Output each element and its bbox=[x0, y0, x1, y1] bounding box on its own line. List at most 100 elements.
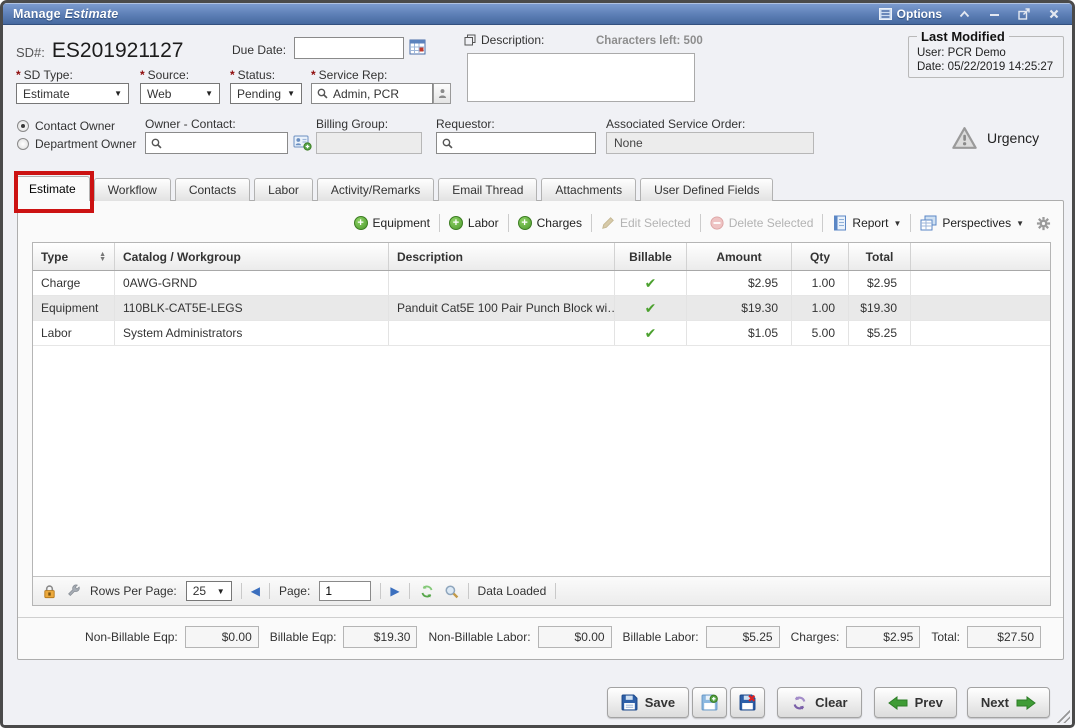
next-page-icon[interactable]: ▶ bbox=[390, 584, 399, 598]
search-icon bbox=[317, 88, 328, 99]
tab-email-thread[interactable]: Email Thread bbox=[438, 178, 537, 201]
delete-selected-button[interactable]: Delete Selected bbox=[710, 216, 814, 230]
page-number-input[interactable] bbox=[319, 581, 371, 601]
minimize-icon[interactable] bbox=[986, 7, 1002, 21]
owner-contact-input[interactable] bbox=[145, 132, 288, 154]
description-label: Description: bbox=[481, 33, 544, 47]
sd-type-select[interactable]: Estimate▼ bbox=[16, 83, 129, 104]
options-button[interactable]: Options bbox=[879, 7, 942, 21]
perspectives-icon bbox=[920, 215, 937, 231]
rows-per-page-select[interactable]: 25▼ bbox=[186, 581, 232, 601]
save-and-new-button[interactable] bbox=[692, 687, 727, 718]
add-equipment-button[interactable]: +Equipment bbox=[354, 216, 430, 230]
column-header-qty[interactable]: Qty bbox=[792, 243, 849, 270]
chevron-down-icon: ▼ bbox=[205, 89, 213, 98]
clear-button[interactable]: Clear bbox=[777, 687, 862, 718]
pencil-icon bbox=[601, 216, 615, 230]
plus-icon: + bbox=[354, 216, 368, 230]
urgency-label: Urgency bbox=[987, 130, 1039, 146]
add-charges-button[interactable]: +Charges bbox=[518, 216, 582, 230]
wrench-icon[interactable] bbox=[66, 584, 81, 599]
column-header-filler bbox=[911, 243, 1050, 270]
radio-selected-icon bbox=[17, 120, 29, 132]
requestor-label: Requestor: bbox=[436, 117, 495, 131]
column-header-billable[interactable]: Billable bbox=[615, 243, 687, 270]
minus-circle-icon bbox=[710, 216, 724, 230]
column-header-catalog[interactable]: Catalog / Workgroup bbox=[115, 243, 389, 270]
total-value-box: $0.00 bbox=[185, 626, 259, 648]
description-label-group: Description: bbox=[464, 33, 544, 47]
requestor-input[interactable] bbox=[436, 132, 596, 154]
save-and-close-button[interactable] bbox=[730, 687, 765, 718]
search-icon bbox=[442, 138, 453, 149]
report-button[interactable]: Report▼ bbox=[832, 215, 901, 231]
tab-bar: Estimate Workflow Contacts Labor Activit… bbox=[15, 177, 773, 201]
required-icon: * bbox=[140, 68, 145, 82]
urgency-warning-icon bbox=[951, 126, 978, 150]
column-header-amount[interactable]: Amount bbox=[687, 243, 792, 270]
billing-group-label: Billing Group: bbox=[316, 117, 388, 131]
resize-grip[interactable] bbox=[1055, 708, 1070, 723]
service-rep-input[interactable]: Admin, PCR bbox=[311, 83, 433, 104]
totals-bar: Non-Billable Eqp:$0.00 Billable Eqp:$19.… bbox=[18, 617, 1063, 655]
total-billable-labor: Billable Labor:$5.25 bbox=[623, 626, 780, 648]
search-grid-icon[interactable] bbox=[444, 584, 459, 599]
save-button[interactable]: Save bbox=[607, 687, 689, 718]
close-icon[interactable] bbox=[1046, 7, 1062, 21]
status-select[interactable]: Pending▼ bbox=[230, 83, 302, 104]
grid-body: Charge 0AWG-GRND ✔ $2.95 1.00 $2.95 Equi… bbox=[33, 271, 1050, 576]
urgency-button[interactable]: Urgency bbox=[951, 126, 1039, 150]
expand-description-icon[interactable] bbox=[464, 34, 476, 46]
grid-pagination-bar: Rows Per Page: 25▼ ◀ Page: ▶ Data Loaded bbox=[33, 576, 1050, 605]
window-title: ManageEstimate bbox=[13, 7, 118, 21]
perspectives-button[interactable]: Perspectives▼ bbox=[920, 215, 1024, 231]
table-row[interactable]: Equipment 110BLK-CAT5E-LEGS Panduit Cat5… bbox=[33, 296, 1050, 321]
grid-toolbar: +Equipment +Labor +Charges Edit Selected… bbox=[30, 210, 1051, 236]
search-icon bbox=[151, 138, 162, 149]
save-floppy-icon bbox=[621, 694, 638, 711]
popout-icon[interactable] bbox=[1016, 7, 1032, 21]
calendar-icon[interactable] bbox=[409, 38, 426, 55]
billable-check-icon: ✔ bbox=[645, 275, 657, 292]
estimate-tab-panel: +Equipment +Labor +Charges Edit Selected… bbox=[17, 200, 1064, 660]
titlebar[interactable]: ManageEstimate Options bbox=[3, 3, 1072, 25]
save-plus-icon bbox=[701, 694, 718, 711]
prev-button[interactable]: Prev bbox=[874, 687, 957, 718]
due-date-input[interactable] bbox=[294, 37, 404, 59]
department-owner-radio[interactable]: Department Owner bbox=[17, 137, 136, 151]
associated-service-order-label: Associated Service Order: bbox=[606, 117, 745, 131]
table-row[interactable]: Charge 0AWG-GRND ✔ $2.95 1.00 $2.95 bbox=[33, 271, 1050, 296]
refresh-icon[interactable] bbox=[419, 584, 435, 599]
column-header-description[interactable]: Description bbox=[389, 243, 615, 270]
source-select[interactable]: Web▼ bbox=[140, 83, 220, 104]
tab-contacts[interactable]: Contacts bbox=[175, 178, 250, 201]
column-header-type[interactable]: Type▲▼ bbox=[33, 243, 115, 270]
tab-estimate[interactable]: Estimate bbox=[15, 176, 90, 201]
description-textarea[interactable] bbox=[467, 53, 695, 102]
grid-settings-gear-icon[interactable] bbox=[1036, 216, 1051, 231]
next-button[interactable]: Next bbox=[967, 687, 1050, 718]
table-row[interactable]: Labor System Administrators ✔ $1.05 5.00… bbox=[33, 321, 1050, 346]
clear-refresh-icon bbox=[791, 695, 808, 711]
select-person-button[interactable] bbox=[433, 83, 451, 104]
tab-workflow[interactable]: Workflow bbox=[94, 178, 171, 201]
total-grand: Total:$27.50 bbox=[931, 626, 1041, 648]
total-value-box: $2.95 bbox=[846, 626, 920, 648]
tab-labor[interactable]: Labor bbox=[254, 178, 313, 201]
rows-per-page-label: Rows Per Page: bbox=[90, 584, 177, 598]
lock-icon[interactable] bbox=[42, 584, 57, 599]
required-icon: * bbox=[230, 68, 235, 82]
report-icon bbox=[832, 215, 847, 231]
add-contact-icon[interactable] bbox=[293, 134, 312, 151]
previous-page-icon[interactable]: ◀ bbox=[251, 584, 260, 598]
tab-activity-remarks[interactable]: Activity/Remarks bbox=[317, 178, 434, 201]
collapse-icon[interactable] bbox=[956, 7, 972, 21]
tab-attachments[interactable]: Attachments bbox=[541, 178, 636, 201]
add-labor-button[interactable]: +Labor bbox=[449, 216, 499, 230]
tab-user-defined-fields[interactable]: User Defined Fields bbox=[640, 178, 773, 201]
plus-icon: + bbox=[518, 216, 532, 230]
contact-owner-radio[interactable]: Contact Owner bbox=[17, 119, 115, 133]
due-date-label: Due Date: bbox=[232, 43, 286, 57]
column-header-total[interactable]: Total bbox=[849, 243, 911, 270]
edit-selected-button[interactable]: Edit Selected bbox=[601, 216, 691, 230]
